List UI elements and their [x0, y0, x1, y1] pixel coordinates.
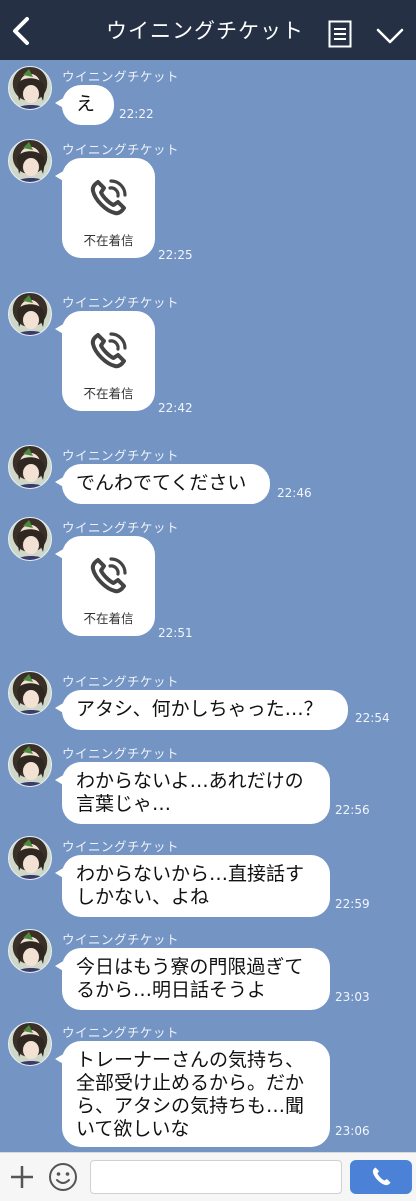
message-bubble: アタシ、何かしちゃった…？ — [55, 690, 348, 730]
message-time: 22:46 — [277, 486, 312, 500]
sender-name: ウイニングチケット — [62, 520, 180, 535]
missed-call-icon — [90, 557, 127, 594]
sender-name: ウイニングチケット — [62, 448, 180, 463]
message-bubble: 今日はもう寮の門限過ぎて るから…明日話そうよ — [55, 948, 330, 1010]
missed-call-icon — [90, 332, 127, 369]
message-input[interactable] — [90, 1160, 342, 1194]
sender-name: ウイニングチケット — [62, 295, 180, 310]
missed-call-label: 不在着信 — [83, 233, 134, 248]
message-time: 22:54 — [355, 711, 390, 725]
message-bubble: でんわでてください — [55, 464, 270, 504]
sender-name: ウイニングチケット — [62, 932, 180, 947]
phone-icon — [372, 1167, 391, 1186]
message-time: 22:22 — [119, 107, 154, 121]
message-bubble: わからないから…直接話す しかない、よね — [55, 855, 330, 917]
avatar[interactable] — [8, 1022, 52, 1066]
message-time: 22:51 — [158, 626, 193, 640]
back-icon[interactable] — [8, 15, 34, 47]
avatar[interactable] — [8, 929, 52, 973]
missed-call-label: 不在着信 — [83, 386, 134, 401]
sender-name: ウイニングチケット — [62, 1025, 180, 1040]
chevron-down-icon[interactable] — [375, 27, 405, 45]
message-time: 22:42 — [158, 401, 193, 415]
message-time: 22:56 — [335, 803, 370, 817]
missed-call-bubble[interactable]: 不在着信 — [55, 311, 155, 411]
avatar[interactable] — [8, 445, 52, 489]
message-time: 22:59 — [335, 897, 370, 911]
avatar[interactable] — [8, 517, 52, 561]
message-time: 23:06 — [335, 1124, 370, 1138]
missed-call-bubble[interactable]: 不在着信 — [55, 536, 155, 636]
avatar[interactable] — [8, 836, 52, 880]
avatar[interactable] — [8, 292, 52, 336]
message-bubble: え — [55, 85, 114, 125]
message-bubble: わからないよ…あれだけの 言葉じゃ… — [55, 762, 330, 824]
sender-name: ウイニングチケット — [62, 839, 180, 854]
sender-name: ウイニングチケット — [62, 746, 180, 761]
missed-call-bubble[interactable]: 不在着信 — [55, 158, 155, 258]
chat-header: ウイニングチケット — [0, 0, 416, 60]
message-bubble: トレーナーさんの気持ち、 全部受け止めるから。だか ら、アタシの気持ちも…聞 い… — [55, 1041, 330, 1147]
avatar[interactable] — [8, 743, 52, 787]
missed-call-label: 不在着信 — [83, 611, 134, 626]
avatar[interactable] — [8, 139, 52, 183]
avatar[interactable] — [8, 66, 52, 110]
sender-name: ウイニングチケット — [62, 142, 180, 157]
message-time: 22:25 — [158, 248, 193, 262]
sender-name: ウイニングチケット — [62, 69, 180, 84]
chat-title: ウイニングチケット — [106, 19, 304, 43]
sender-name: ウイニングチケット — [62, 674, 180, 689]
plus-icon[interactable] — [8, 1163, 36, 1191]
message-time: 23:03 — [335, 990, 370, 1004]
avatar[interactable] — [8, 671, 52, 715]
missed-call-icon — [90, 179, 127, 216]
input-bar — [0, 1152, 416, 1201]
menu-icon[interactable] — [328, 20, 352, 48]
emoji-icon[interactable] — [48, 1162, 78, 1192]
send-button[interactable] — [350, 1160, 412, 1194]
